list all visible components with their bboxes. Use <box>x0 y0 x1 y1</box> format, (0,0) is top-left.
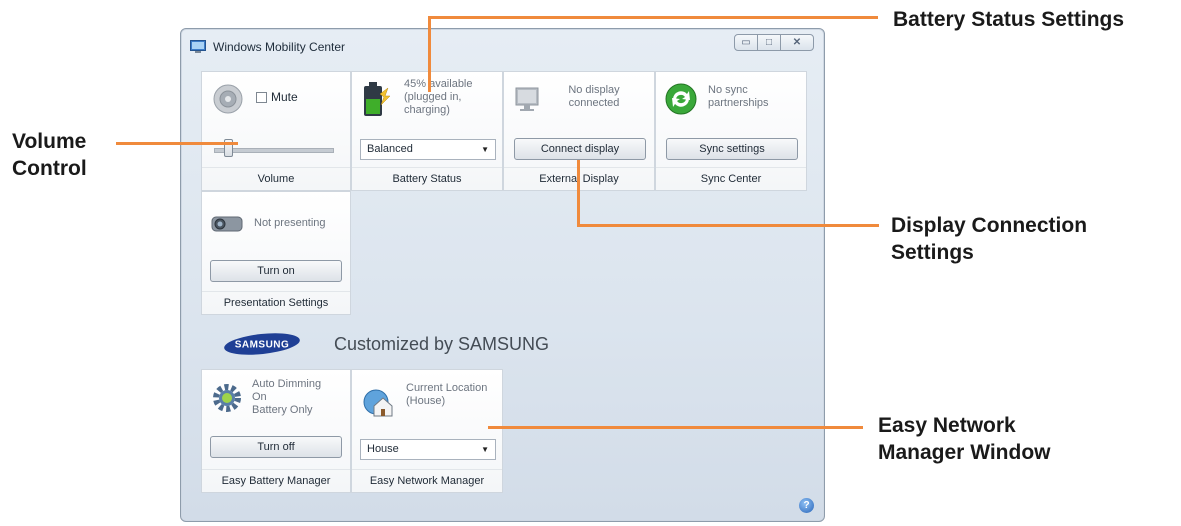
speaker-icon <box>213 84 243 114</box>
location-value: House <box>367 443 399 455</box>
location-dropdown[interactable]: House ▼ <box>360 439 496 460</box>
current-location-label: Current Location <box>406 382 488 394</box>
sync-status-line2: partnerships <box>708 97 769 109</box>
presentation-status: Not presenting <box>254 217 326 229</box>
easy-battery-turn-off-button[interactable]: Turn off <box>210 436 342 458</box>
volume-tile: Mute Volume <box>201 71 351 191</box>
mute-label: Mute <box>271 90 298 104</box>
presentation-caption: Presentation Settings <box>202 291 350 314</box>
sync-status-text: No sync partnerships <box>708 84 769 110</box>
title-bar: Windows Mobility Center ▭ □ ✕ <box>181 29 824 63</box>
battery-plugged: (plugged in, <box>404 91 462 103</box>
battery-charging: charging) <box>404 104 450 116</box>
easy-network-manager-window-label: Easy Network Manager Window <box>878 412 1050 466</box>
volume-control-label-line2: Control <box>12 157 87 180</box>
network-callout-line <box>488 426 863 429</box>
sync-center-caption: Sync Center <box>656 167 806 190</box>
auto-dimming-text: Auto Dimming <box>252 378 322 390</box>
network-label-line1: Easy Network <box>878 414 1016 437</box>
projector-icon <box>211 216 243 232</box>
battery-callout-line-horizontal <box>428 16 878 19</box>
display-callout-line-horizontal <box>577 224 879 227</box>
sync-settings-button[interactable]: Sync settings <box>666 138 798 160</box>
battery-status-settings-label: Battery Status Settings <box>893 8 1125 31</box>
battery-status-text: 45% available (plugged in, charging) <box>404 78 473 117</box>
sync-center-tile: No sync partnerships Sync settings Sync … <box>655 71 807 191</box>
monitor-icon <box>515 87 539 111</box>
mobility-center-app-icon <box>190 40 206 53</box>
sync-status-line1: No sync <box>708 84 748 96</box>
easy-battery-status-text: Auto Dimming On Battery Only <box>252 378 321 417</box>
auto-dimming-mode: Battery Only <box>252 404 313 416</box>
volume-control-label: Volume Control <box>12 128 87 182</box>
mobility-center-window: Windows Mobility Center ▭ □ ✕ Mute Volum… <box>180 28 825 522</box>
maximize-button[interactable]: □ <box>757 34 781 51</box>
display-connection-label-line2: Settings <box>891 241 974 264</box>
volume-caption: Volume <box>202 167 350 190</box>
sync-icon <box>665 83 697 115</box>
network-location-text: Current Location (House) <box>406 382 487 408</box>
power-plan-dropdown[interactable]: Balanced ▼ <box>360 139 496 160</box>
display-connection-label-line1: Display Connection <box>891 214 1088 237</box>
display-status-line1: No display <box>568 84 620 96</box>
close-button[interactable]: ✕ <box>780 34 814 51</box>
chevron-down-icon: ▼ <box>481 145 489 154</box>
gear-icon <box>213 384 241 412</box>
easy-network-caption: Easy Network Manager <box>352 469 502 492</box>
network-label-line2: Manager Window <box>878 441 1051 464</box>
volume-control-label-line1: Volume <box>12 130 87 153</box>
customized-by-samsung-text: Customized by SAMSUNG <box>334 334 550 354</box>
help-icon[interactable]: ? <box>799 498 814 513</box>
presentation-tile: Not presenting Turn on Presentation Sett… <box>201 191 351 315</box>
volume-callout-line <box>116 142 238 145</box>
svg-text:SAMSUNG: SAMSUNG <box>235 340 290 351</box>
display-callout-line-vertical <box>577 160 580 227</box>
display-connection-settings-label: Display Connection Settings <box>891 212 1087 266</box>
house-location-icon <box>363 389 393 417</box>
easy-network-manager-tile: Current Location (House) House ▼ Easy Ne… <box>351 369 503 493</box>
minimize-button[interactable]: ▭ <box>734 34 758 51</box>
chevron-down-icon: ▼ <box>481 445 489 454</box>
connect-display-button[interactable]: Connect display <box>514 138 646 160</box>
mute-checkbox[interactable] <box>256 92 267 103</box>
battery-callout-line-vertical <box>428 16 431 92</box>
window-controls: ▭ □ ✕ <box>734 34 814 51</box>
samsung-logo: SAMSUNG <box>224 333 300 355</box>
battery-icon <box>364 82 390 116</box>
easy-battery-manager-tile: Auto Dimming On Battery Only Turn off Ea… <box>201 369 351 493</box>
power-plan-value: Balanced <box>367 143 413 155</box>
display-status-text: No display connected <box>559 84 629 110</box>
current-location-value: (House) <box>406 395 446 407</box>
auto-dimming-state: On <box>252 391 267 403</box>
window-title: Windows Mobility Center <box>213 40 346 54</box>
battery-tile: 45% available (plugged in, charging) Bal… <box>351 71 503 191</box>
display-status-line2: connected <box>568 97 620 109</box>
easy-battery-caption: Easy Battery Manager <box>202 469 350 492</box>
battery-caption: Battery Status <box>352 167 502 190</box>
presentation-turn-on-button[interactable]: Turn on <box>210 260 342 282</box>
battery-percent: 45% available <box>404 78 473 90</box>
